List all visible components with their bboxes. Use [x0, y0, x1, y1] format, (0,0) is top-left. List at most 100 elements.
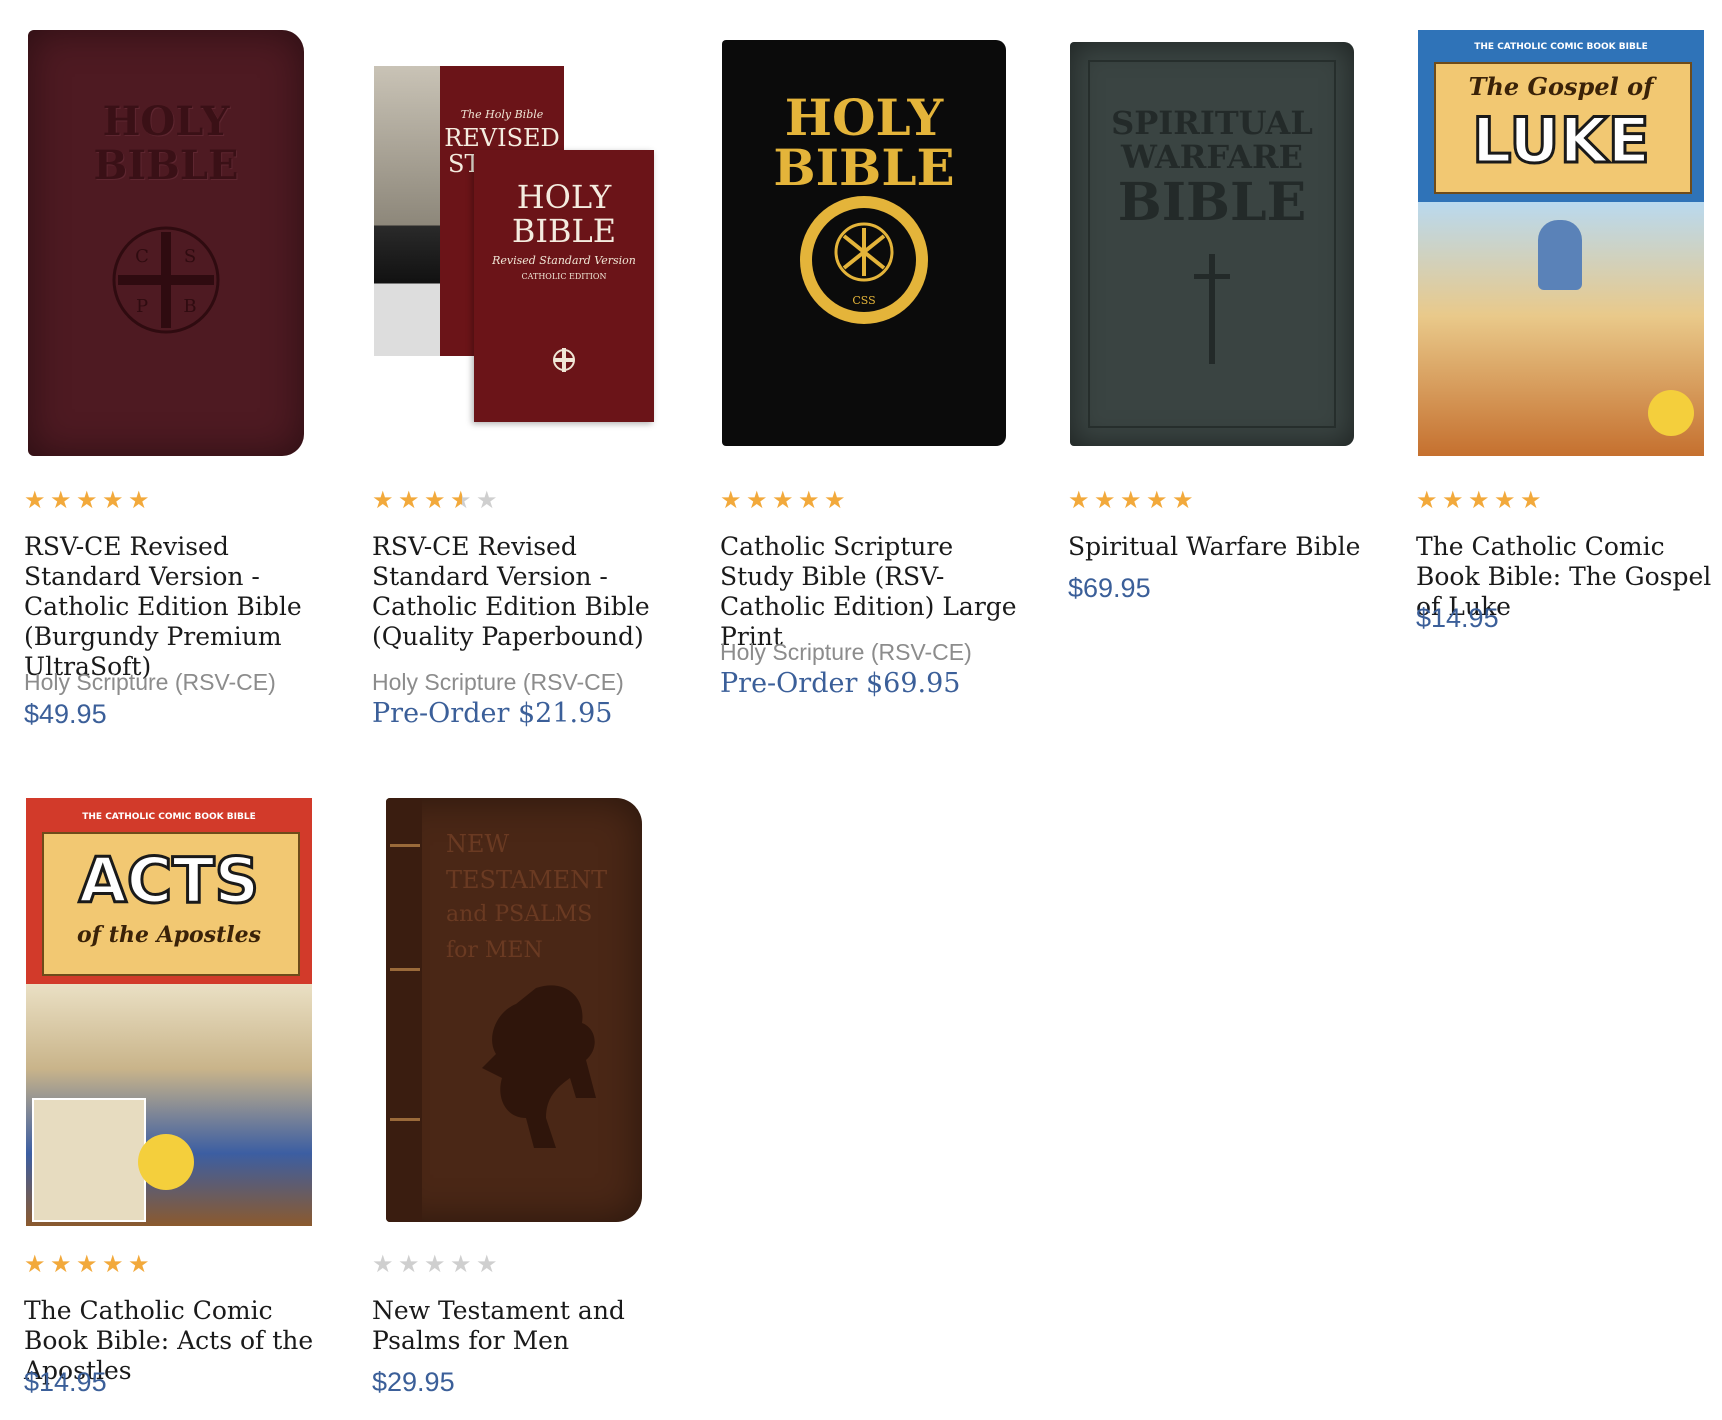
cover-series: THE CATHOLIC COMIC BOOK BIBLE: [1474, 42, 1648, 52]
product-card[interactable]: The Holy Bible REVISED STA HOLY BIBLE Re…: [370, 0, 672, 729]
star-icon: ★: [450, 1250, 472, 1278]
product-price: $29.95: [372, 1367, 455, 1397]
product-image[interactable]: THE CATHOLIC COMIC BOOK BIBLE The Gospel…: [1414, 30, 1714, 460]
star-icon: ★: [746, 486, 768, 514]
medal-letter: B: [183, 296, 196, 317]
star-icon: ★: [424, 1250, 446, 1278]
star-icon: ★: [24, 1250, 46, 1278]
star-icon: ★: [372, 1250, 394, 1278]
star-icon: ★: [1120, 486, 1142, 514]
star-icon: ★: [476, 486, 498, 514]
product-image[interactable]: THE CATHOLIC COMIC BOOK BIBLE ACTS of th…: [22, 798, 322, 1228]
cover-art: THE CATHOLIC COMIC BOOK BIBLE The Gospel…: [1418, 30, 1704, 456]
star-icon: ★: [1520, 486, 1542, 514]
cover-small-text: The Holy Bible: [460, 108, 544, 121]
cross-medal-icon: C S P B: [112, 226, 220, 334]
star-icon: ★: [76, 486, 98, 514]
star-icon: ★: [398, 486, 420, 514]
star-icon: ★: [76, 1250, 98, 1278]
product-price: $14.95: [1416, 603, 1499, 633]
product-price: $14.95: [24, 1367, 107, 1397]
product-category: Holy Scripture (RSV-CE): [24, 669, 276, 695]
product-title-link[interactable]: RSV-CE Revised Standard Version - Cathol…: [24, 532, 302, 681]
medal-letter: P: [136, 296, 148, 317]
star-icon: ★: [772, 486, 794, 514]
product-title[interactable]: New Testament and Psalms for Men: [372, 1296, 672, 1356]
product-image[interactable]: NEW TESTAMENT and PSALMS for MEN: [370, 798, 670, 1228]
product-title-link[interactable]: Spiritual Warfare Bible: [1068, 532, 1360, 561]
sword-icon: [1194, 254, 1230, 364]
star-icon: ★: [1442, 486, 1464, 514]
product-title-link[interactable]: Catholic Scripture Study Bible (RSV-Cath…: [720, 532, 1017, 651]
product-card[interactable]: HOLY BIBLE CSS ★ ★ ★ ★ ★ Catholic Scripture …: [718, 0, 1018, 700]
star-icon: ★: [128, 486, 150, 514]
cover-series: THE CATHOLIC COMIC BOOK BIBLE: [82, 812, 256, 822]
product-grid: HOLY BIBLE C S P B ★ ★ ★ ★ ★ RSV-CE Revised …: [0, 0, 1722, 1420]
rating-stars: ★ ★ ★ ★ ★: [372, 488, 500, 514]
star-icon: ★: [1468, 486, 1490, 514]
cover-art: HOLY BIBLE CSS: [722, 40, 1006, 446]
product-title-link[interactable]: New Testament and Psalms for Men: [372, 1296, 625, 1355]
cover-art: HOLY BIBLE C S P B: [28, 30, 304, 456]
medal-letter: C: [135, 246, 149, 267]
product-image[interactable]: HOLY BIBLE CSS: [718, 30, 1018, 460]
star-icon: ★: [1494, 486, 1516, 514]
product-card[interactable]: THE CATHOLIC COMIC BOOK BIBLE The Gospel…: [1414, 0, 1714, 700]
cover-art-front: HOLY BIBLE Revised Standard Version CATH…: [474, 150, 654, 422]
product-category: Holy Scripture (RSV-CE): [372, 669, 624, 695]
product-category: Holy Scripture (RSV-CE): [720, 639, 972, 665]
rating-stars: ★ ★ ★ ★ ★: [24, 488, 152, 514]
rating-stars: ★ ★ ★ ★ ★: [720, 488, 848, 514]
product-card[interactable]: HOLY BIBLE C S P B ★ ★ ★ ★ ★ RSV-CE Revised …: [22, 0, 324, 729]
product-title[interactable]: RSV-CE Revised Standard Version - Cathol…: [372, 532, 672, 652]
cover-art: NEW TESTAMENT and PSALMS for MEN: [386, 798, 642, 1222]
product-image[interactable]: HOLY BIBLE C S P B: [22, 30, 322, 460]
lion-rampant-icon: [482, 985, 596, 1148]
product-card[interactable]: NEW TESTAMENT and PSALMS for MEN ★ ★ ★ ★ ★ N…: [370, 770, 670, 1410]
rating-stars: ★ ★ ★ ★ ★: [372, 1252, 500, 1278]
star-icon: ★: [1146, 486, 1168, 514]
product-title-link[interactable]: RSV-CE Revised Standard Version - Cathol…: [372, 532, 650, 651]
star-icon: ★: [450, 488, 474, 512]
cover-title-line: The Gospel of: [1468, 72, 1654, 101]
product-price: Pre-Order $69.95: [720, 668, 961, 699]
product-title[interactable]: Spiritual Warfare Bible: [1068, 532, 1368, 562]
product-image[interactable]: SPIRITUAL WARFARE BIBLE: [1066, 30, 1366, 460]
publisher-logo-icon: [553, 348, 575, 372]
product-title[interactable]: Catholic Scripture Study Bible (RSV-Cath…: [720, 532, 1020, 652]
star-icon: ★: [50, 486, 72, 514]
rating-stars: ★ ★ ★ ★ ★: [1068, 488, 1196, 514]
cover-title-line: LUKE: [1470, 103, 1651, 179]
star-icon: ★: [1094, 486, 1116, 514]
star-icon: ★: [128, 1250, 150, 1278]
star-icon: ★: [398, 1250, 420, 1278]
cover-title-line: REVISED: [444, 124, 560, 152]
medal-letter: S: [184, 246, 196, 267]
seal-icon: CSS: [800, 196, 928, 324]
cover-title-line: of the Apostles: [76, 922, 262, 948]
star-icon: ★: [372, 486, 394, 514]
product-price: Pre-Order $21.95: [372, 698, 613, 729]
star-icon: ★: [424, 486, 446, 514]
star-icon: ★: [1068, 486, 1090, 514]
product-title[interactable]: RSV-CE Revised Standard Version - Cathol…: [24, 532, 324, 682]
rating-stars: ★ ★ ★ ★ ★: [24, 1252, 152, 1278]
star-icon: ★: [798, 486, 820, 514]
star-icon: ★: [1416, 486, 1438, 514]
star-icon: ★: [102, 1250, 124, 1278]
product-image[interactable]: The Holy Bible REVISED STA HOLY BIBLE Re…: [370, 30, 670, 460]
star-icon: ★: [1172, 486, 1194, 514]
star-icon: ★: [476, 1250, 498, 1278]
cover-art: THE CATHOLIC COMIC BOOK BIBLE ACTS of th…: [26, 798, 312, 1226]
seal-label: CSS: [852, 294, 875, 307]
product-price: $49.95: [24, 699, 107, 729]
cover-title-line: ACTS: [77, 843, 260, 919]
rating-stars: ★ ★ ★ ★ ★: [1416, 488, 1544, 514]
product-card[interactable]: THE CATHOLIC COMIC BOOK BIBLE ACTS of th…: [22, 770, 322, 1410]
product-card[interactable]: SPIRITUAL WARFARE BIBLE ★ ★ ★ ★ ★ Spiritual …: [1066, 0, 1366, 700]
cover-art: SPIRITUAL WARFARE BIBLE: [1070, 42, 1354, 446]
star-icon: ★: [824, 486, 846, 514]
star-icon: ★: [24, 486, 46, 514]
product-price: $69.95: [1068, 573, 1151, 603]
star-icon: ★: [50, 1250, 72, 1278]
